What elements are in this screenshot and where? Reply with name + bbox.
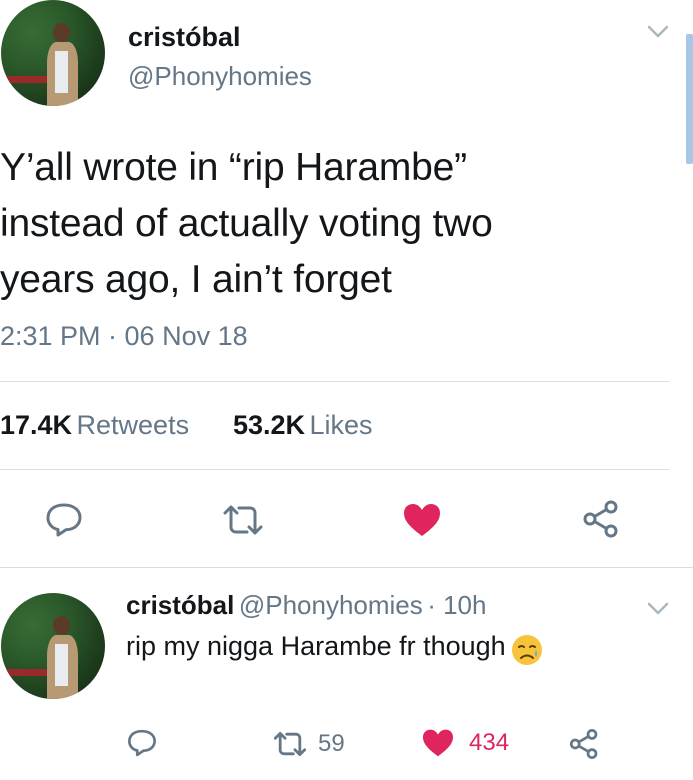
reply-retweet-icon <box>272 730 308 758</box>
reply-retweet-count: 59 <box>318 730 345 757</box>
reply-chevron-down-icon[interactable] <box>644 597 672 621</box>
chevron-down-icon[interactable] <box>644 20 672 44</box>
likes-label: Likes <box>309 410 373 440</box>
reply-time[interactable]: · 10h <box>427 590 486 620</box>
reply-author-name[interactable]: cristóbal <box>126 590 234 620</box>
reply-reply-icon[interactable] <box>124 726 160 760</box>
avatar-figure-shirt <box>55 50 68 94</box>
retweets-count: 17.4K <box>0 410 73 440</box>
author-avatar[interactable] <box>1 0 105 106</box>
reply-heart-icon <box>421 728 455 758</box>
likes-count: 53.2K <box>233 410 306 440</box>
avatar-figure-shirt <box>55 643 68 687</box>
reply-text: rip my nigga Harambe fr though <box>126 631 506 661</box>
avatar-rail <box>1 669 48 676</box>
tweet-timestamp[interactable]: 2:31 PM · 06 Nov 18 <box>0 321 248 352</box>
sad-face-emoji <box>510 632 544 665</box>
tweet-text-line: years ago, I ain’t forget <box>0 258 392 301</box>
tweet-text-line: instead of actually voting two <box>0 202 493 245</box>
tweet-text: Y’all wrote in “rip Harambe” instead of … <box>0 140 680 308</box>
reply-header: cristóbal @Phonyhomies · 10h <box>126 590 486 621</box>
likes-stat[interactable]: 53.2K Likes <box>233 410 373 441</box>
reply-author-handle[interactable]: @Phonyhomies <box>239 590 423 620</box>
reply-author-avatar[interactable] <box>1 593 105 699</box>
reply-like-count: 434 <box>469 729 510 756</box>
reply-like-action[interactable]: 434 <box>421 726 509 760</box>
heart-icon[interactable] <box>401 500 443 540</box>
avatar-rail <box>1 76 48 83</box>
divider <box>0 381 669 382</box>
retweets-stat[interactable]: 17.4K Retweets <box>0 410 189 441</box>
reply-icon[interactable] <box>42 500 86 540</box>
divider <box>0 567 693 568</box>
scrollbar[interactable] <box>686 34 693 164</box>
author-handle[interactable]: @Phonyhomies <box>128 61 312 92</box>
tweet-text-line: Y’all wrote in “rip Harambe” <box>0 146 467 189</box>
reply-body: rip my nigga Harambe fr though <box>126 630 544 665</box>
retweet-icon[interactable] <box>220 502 266 538</box>
retweets-label: Retweets <box>76 410 190 440</box>
reply-share-icon[interactable] <box>566 726 602 762</box>
reply-retweet-action[interactable]: 59 <box>272 728 345 760</box>
avatar-figure-head <box>53 616 70 636</box>
author-name[interactable]: cristóbal <box>128 22 241 53</box>
divider <box>0 469 669 470</box>
share-icon[interactable] <box>580 498 622 540</box>
avatar-figure-head <box>53 23 70 43</box>
